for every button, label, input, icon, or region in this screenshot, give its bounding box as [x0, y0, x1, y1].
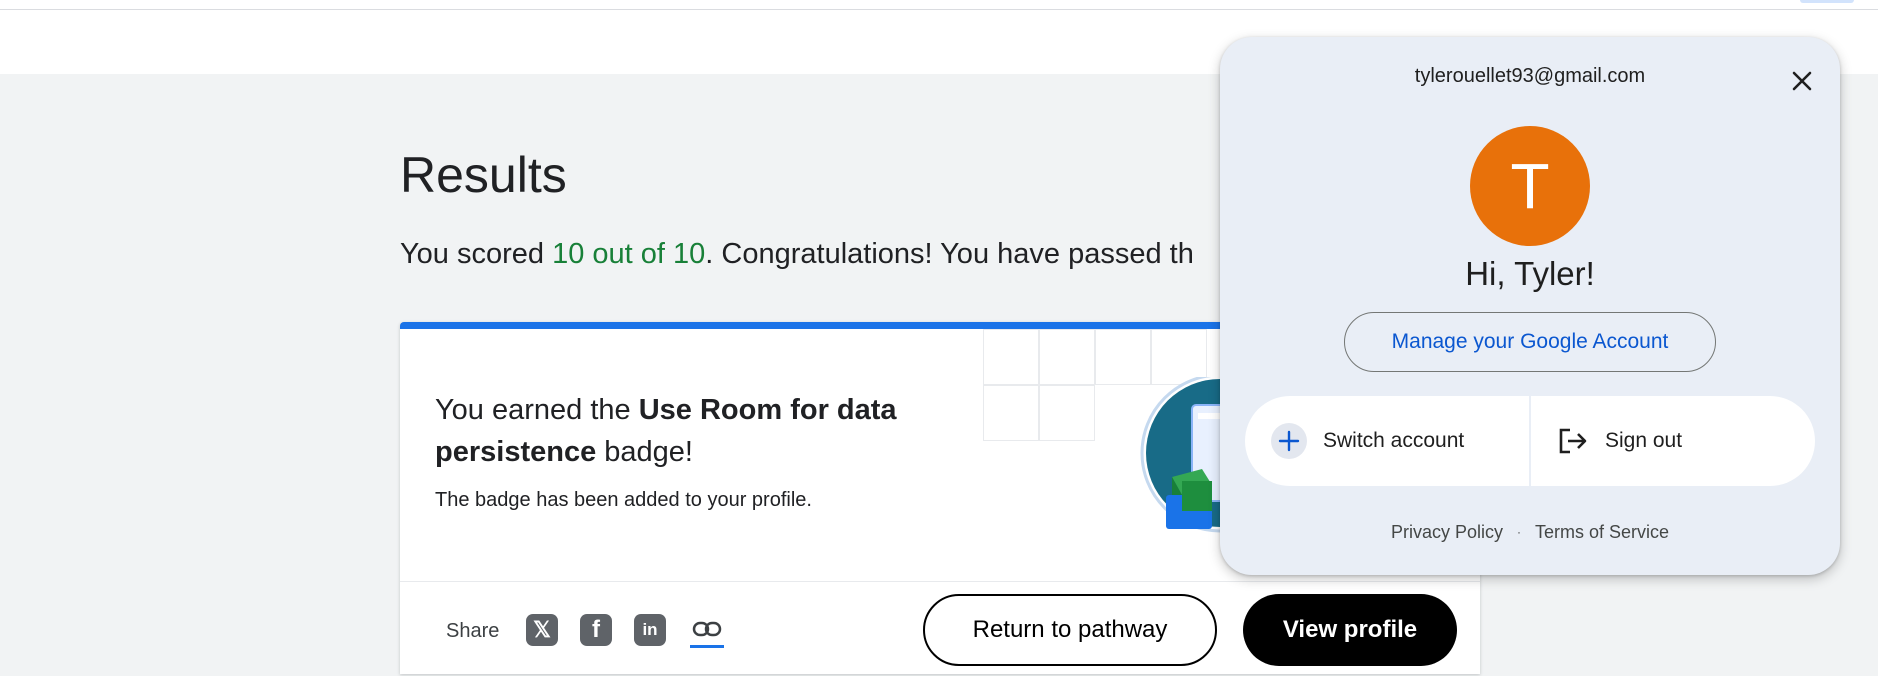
account-email: tylerouellet93@gmail.com [1414, 65, 1646, 87]
close-icon[interactable] [1782, 61, 1822, 101]
x-icon[interactable]: 𝕏 [526, 614, 558, 646]
legal-links: Privacy Policy · Terms of Service [1220, 521, 1840, 543]
terms-of-service-link[interactable]: Terms of Service [1535, 522, 1669, 543]
legal-separator: · [1516, 525, 1521, 540]
earned-prefix: You earned the [435, 394, 639, 426]
privacy-policy-link[interactable]: Privacy Policy [1391, 522, 1503, 543]
badge-earned-message: You earned the Use Room for data persist… [435, 389, 975, 473]
account-button-edge[interactable] [1800, 0, 1854, 3]
account-actions: Switch account Sign out [1245, 396, 1815, 486]
sign-out-label: Sign out [1605, 429, 1683, 452]
plus-icon [1271, 423, 1307, 459]
page-title: Results [400, 147, 567, 203]
sign-out-button[interactable]: Sign out [1531, 396, 1815, 486]
return-to-pathway-button[interactable]: Return to pathway [923, 594, 1217, 666]
card-footer: Share 𝕏 f in Return to pathway View prof… [400, 581, 1480, 674]
greeting: Hi, Tyler! [1465, 255, 1595, 292]
score-value: 10 out of 10 [552, 238, 706, 270]
switch-account-button[interactable]: Switch account [1245, 396, 1529, 486]
account-menu-panel: tylerouellet93@gmail.com T Hi, Tyler! Ma… [1220, 37, 1840, 575]
score-suffix: . Congratulations! You have passed th [705, 238, 1194, 270]
linkedin-icon[interactable]: in [634, 614, 666, 646]
manage-account-button[interactable]: Manage your Google Account [1344, 312, 1716, 372]
top-divider [0, 9, 1878, 10]
badge-added-note: The badge has been added to your profile… [435, 489, 812, 511]
link-icon[interactable] [690, 612, 724, 648]
score-prefix: You scored [400, 238, 553, 270]
switch-account-label: Switch account [1323, 429, 1465, 452]
share-label: Share [446, 620, 500, 642]
view-profile-button[interactable]: View profile [1243, 594, 1457, 666]
avatar[interactable]: T [1470, 126, 1590, 246]
score-summary: You scored 10 out of 10. Congratulations… [400, 236, 1194, 272]
earned-suffix: badge! [596, 436, 693, 468]
facebook-icon[interactable]: f [580, 614, 612, 646]
sign-out-icon [1557, 426, 1589, 456]
